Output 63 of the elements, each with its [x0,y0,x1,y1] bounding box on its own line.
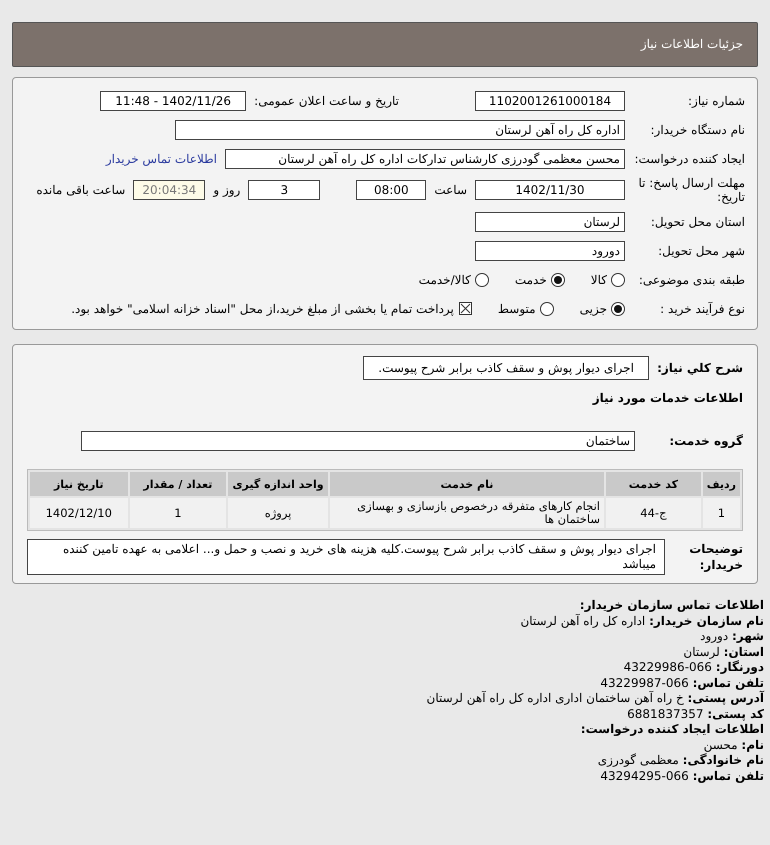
column-header: کد خدمت [606,472,701,496]
field-label: نام دستگاه خریدار: [650,122,745,136]
page-header: جزئیات اطلاعات نیاز [12,22,758,67]
field-label: اطلاعات خدمات مورد نیاز [592,390,743,404]
column-header: نام خدمت [330,472,604,496]
field-label: روز و [213,183,240,197]
contact-line: نام خانوادگی: معظمی گودرزی [598,753,764,768]
contact-line: شهر: دورود [700,629,764,644]
column-header: تاریخ نیاز [30,472,128,496]
checkbox[interactable] [458,302,472,315]
radio-label: کالا [590,272,607,286]
input-field[interactable]: 1402/11/26 - 11:48 [100,90,246,110]
input-field[interactable]: ساختمان [81,430,635,450]
table-cell: ج-44 [606,498,701,528]
input-field[interactable]: محسن معظمی گودرزی کارشناس تدارکات اداره کل راه آهن لرستان [225,148,625,168]
field-label: استان محل تحویل: [650,214,745,228]
field-label: ساعت باقی مانده [36,183,126,197]
contact-line: نام سازمان خریدار: اداره کل راه آهن لرستان [520,614,764,629]
input-field[interactable]: 08:00 [356,180,426,200]
contact-line: نام: محسن [704,738,764,753]
input-field[interactable]: اداره کل راه آهن لرستان [175,120,625,140]
input-field[interactable]: 3 [248,180,320,200]
contact-line: آدرس پستی: خ راه آهن ساختمان اداری اداره کل راه آهن لرستان [426,691,764,706]
input-field[interactable]: اجرای دیوار پوش و سقف کاذب برابر شرح پیوست.کلیه هزینه های خرید و نصب و حمل و... اعلامی به عهده تامین کننده میباشد [27,539,665,575]
radio-label: کالا/خدمت [418,272,471,286]
field-label: گروه خدمت: [668,434,743,448]
input-field[interactable]: دورود [475,240,625,260]
table-cell: 1 [130,498,226,528]
field-label: شماره نیاز: [687,94,745,108]
input-field[interactable]: لرستان [475,212,625,232]
contact-line: استان: لرستان [683,644,764,660]
column-header: واحد اندازه گیری [228,472,328,496]
radio-label: متوسط [498,302,536,316]
field-label: ایجاد کننده درخواست: [633,152,745,166]
field-label: مهلت ارسال پاسخ: تا تاریخ: [637,176,745,204]
column-header: تعداد / مقدار [130,472,226,496]
table-cell: انجام کارهای متفرقه درخصوص بازسازی و بهسازی ساختمان ها [330,498,604,528]
input-field[interactable]: 1102001261000184 [475,90,625,110]
radio-button[interactable] [611,302,625,316]
radio-button[interactable] [611,272,625,286]
table-cell: 1402/12/10 [30,498,128,528]
contact-heading: اطلاعات تماس سازمان خریدار: [580,598,764,614]
table-cell: 1 [702,498,740,528]
field-label: طبقه بندی موضوعی: [638,272,745,286]
radio-label: جزیی [580,302,607,316]
input-field[interactable]: 20:04:34 [133,180,206,200]
contact-heading: اطلاعات ایجاد کننده درخواست: [580,722,764,738]
input-field[interactable]: اجرای دیوار پوش و سقف کاذب برابر شرح پیوست. [363,356,650,380]
contact-link[interactable]: اطلاعات تماس خریدار [106,152,217,166]
field-label: توضیحات خریدار: [688,541,743,573]
radio-button[interactable] [474,272,489,286]
radio-button[interactable] [550,272,565,286]
input-field[interactable]: 1402/11/30 [475,180,625,200]
radio-button[interactable] [540,302,554,316]
radio-label: خدمت [514,272,547,286]
field-label: تاریخ و ساعت اعلان عمومی: [254,94,399,108]
field-label: نوع فرآیند خرید : [659,302,745,316]
table-cell: پروژه [228,498,328,528]
field-label: شرح كلي نياز: [657,361,743,375]
checkbox-label: پرداخت تمام یا بخشی از مبلغ خرید،از محل "اسناد خزانه اسلامی" خواهد بود. [71,302,454,316]
field-label: شهر محل تحویل: [657,244,745,258]
field-label: ساعت [434,183,467,197]
column-header: ردیف [702,472,740,496]
